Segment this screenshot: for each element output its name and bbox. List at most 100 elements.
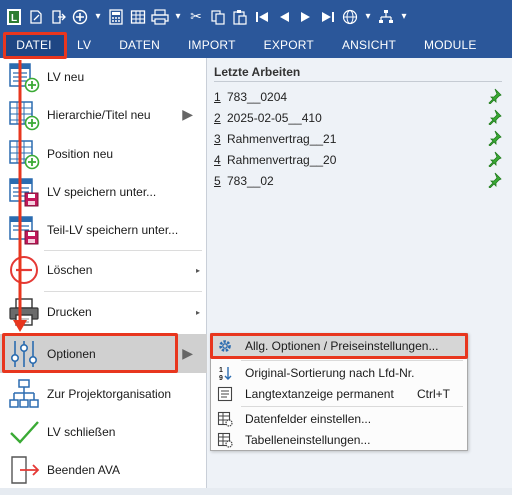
menu-item-label: LV speichern unter...	[47, 185, 157, 199]
menu-item-lv-speichern-unter[interactable]: LV speichern unter...	[0, 173, 207, 211]
recent-item[interactable]: 4 Rahmenvertrag__20	[214, 149, 504, 170]
add-circle-icon[interactable]	[70, 6, 90, 28]
tab-ansicht[interactable]: ANSICHT	[328, 33, 410, 58]
submenu-separator	[241, 360, 463, 361]
menu-item-loeschen[interactable]: Löschen ▸	[0, 251, 207, 289]
submenu-item-label: Tabelleneinstellungen...	[245, 433, 371, 447]
submenu-arrow-icon: ▶	[182, 345, 193, 362]
menu-item-position-neu[interactable]: Position neu	[0, 135, 207, 173]
long-text-icon	[217, 386, 233, 402]
paste-icon[interactable]	[230, 6, 250, 28]
copy-icon[interactable]	[208, 6, 228, 28]
background-strip	[0, 488, 512, 495]
submenu-arrow-icon: ▸	[195, 307, 200, 317]
menu-item-label: Position neu	[47, 147, 114, 161]
recent-item-name: 783__0204	[227, 89, 288, 104]
new-hierarchy-icon	[8, 99, 40, 131]
new-lv-icon	[8, 61, 40, 93]
delete-icon	[8, 254, 40, 286]
menu-item-lv-schliessen[interactable]: LV schließen	[0, 413, 207, 451]
cut-icon[interactable]: ✂	[186, 6, 206, 28]
printer-icon	[8, 296, 40, 328]
pin-icon[interactable]	[486, 88, 502, 105]
menu-item-zur-projektorganisation[interactable]: Zur Projektorganisation	[0, 375, 207, 413]
submenu-arrow-icon: ▸	[195, 265, 200, 275]
recent-item[interactable]: 3 Rahmenvertrag__21	[214, 128, 504, 149]
edit-document-icon[interactable]	[26, 6, 46, 28]
recent-item-name: Rahmenvertrag__20	[227, 152, 337, 167]
submenu-separator	[241, 406, 463, 407]
dropdown-arrow-icon[interactable]: ▾	[398, 6, 410, 28]
app-icon[interactable]: L	[4, 6, 24, 28]
recent-title: Letzte Arbeiten	[214, 65, 301, 79]
divider	[214, 81, 502, 82]
grid-icon[interactable]	[128, 6, 148, 28]
recent-item-name: 2025-02-05__410	[227, 110, 322, 125]
recent-item-number: 4	[214, 152, 221, 167]
menu-item-drucken[interactable]: Drucken ▸	[0, 293, 207, 331]
svg-text:1: 1	[219, 367, 223, 374]
recent-item[interactable]: 5 783__02	[214, 170, 504, 191]
svg-text:L: L	[11, 13, 17, 24]
tab-import[interactable]: IMPORT	[174, 33, 250, 58]
sort-ascending-icon: 19	[217, 365, 233, 382]
quick-access-toolbar: L ▾ ▾ ✂ ▾ ▾	[0, 0, 512, 33]
tab-daten[interactable]: DATEN	[105, 33, 174, 58]
tab-export[interactable]: EXPORT	[250, 33, 328, 58]
menu-item-label: LV neu	[47, 70, 85, 84]
recent-item-number: 5	[214, 173, 221, 188]
pin-icon[interactable]	[486, 151, 502, 168]
menu-item-beenden-ava[interactable]: Beenden AVA	[0, 451, 207, 489]
recent-item-number: 1	[214, 89, 221, 104]
new-position-icon	[8, 138, 40, 170]
dropdown-arrow-icon[interactable]: ▾	[172, 6, 184, 28]
globe-icon[interactable]	[340, 6, 360, 28]
calculator-icon[interactable]	[106, 6, 126, 28]
submenu-item-label: Original-Sortierung nach Lfd-Nr.	[245, 366, 415, 380]
ribbon-tabs: DATEI LV DATEN IMPORT EXPORT ANSICHT MOD…	[0, 33, 512, 58]
recent-item[interactable]: 1 783__0204	[214, 86, 504, 107]
recent-item-number: 2	[214, 110, 221, 125]
menu-item-label: Drucken	[47, 305, 92, 319]
menu-item-lv-neu[interactable]: LV neu	[0, 58, 207, 96]
submenu-item-langtextanzeige[interactable]: Langtextanzeige permanent Ctrl+T	[212, 383, 466, 405]
pin-icon[interactable]	[486, 109, 502, 126]
annotation-highlight-allg-optionen	[210, 333, 468, 359]
organization-icon	[8, 378, 40, 410]
dropdown-arrow-icon[interactable]: ▾	[92, 6, 104, 28]
tab-datei[interactable]: DATEI	[3, 33, 65, 58]
recent-item[interactable]: 2 2025-02-05__410	[214, 107, 504, 128]
menu-item-label: Teil-LV speichern unter...	[47, 223, 179, 237]
save-lv-icon	[8, 176, 40, 208]
exit-icon[interactable]	[48, 6, 68, 28]
save-partial-lv-icon	[8, 214, 40, 246]
svg-text:9: 9	[219, 375, 223, 381]
tab-lv[interactable]: LV	[65, 33, 105, 58]
submenu-item-datenfelder[interactable]: Datenfelder einstellen...	[212, 408, 466, 430]
printer-icon[interactable]	[150, 6, 170, 28]
first-icon[interactable]	[252, 6, 272, 28]
dropdown-arrow-icon[interactable]: ▾	[362, 6, 374, 28]
pin-icon[interactable]	[486, 130, 502, 147]
file-menu: LV neu Hierarchie/Titel neu ▶ Position n…	[0, 58, 207, 490]
tree-icon[interactable]	[376, 6, 396, 28]
next-icon[interactable]	[296, 6, 316, 28]
menu-item-teil-lv-speichern-unter[interactable]: Teil-LV speichern unter...	[0, 211, 207, 249]
recent-item-name: 783__02	[227, 173, 274, 188]
submenu-item-original-sortierung[interactable]: 19 Original-Sortierung nach Lfd-Nr.	[212, 362, 466, 384]
tab-module[interactable]: MODULE	[410, 33, 491, 58]
pin-icon[interactable]	[486, 172, 502, 189]
menu-separator	[44, 291, 202, 292]
menu-item-label: Hierarchie/Titel neu	[47, 108, 151, 122]
submenu-item-label: Datenfelder einstellen...	[245, 412, 372, 426]
last-icon[interactable]	[318, 6, 338, 28]
menu-item-label: Löschen	[47, 263, 93, 277]
data-fields-icon	[217, 411, 233, 427]
submenu-item-tabelleneinstellungen[interactable]: Tabelleneinstellungen...	[212, 429, 466, 451]
recent-item-number: 3	[214, 131, 221, 146]
menu-item-label: Zur Projektorganisation	[47, 387, 172, 401]
recent-item-name: Rahmenvertrag__21	[227, 131, 337, 146]
previous-icon[interactable]	[274, 6, 294, 28]
submenu-arrow-icon: ▶	[182, 107, 193, 123]
menu-item-hierarchie-titel-neu[interactable]: Hierarchie/Titel neu ▶	[0, 96, 207, 134]
